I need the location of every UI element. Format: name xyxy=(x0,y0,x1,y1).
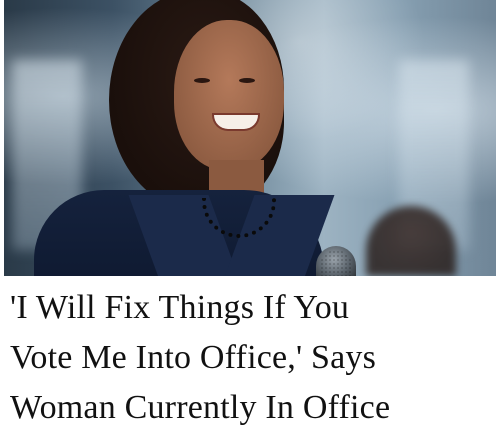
headline: 'I Will Fix Things If You Vote Me Into O… xyxy=(10,283,492,433)
subject xyxy=(34,0,335,276)
subject-face xyxy=(174,20,284,170)
subject-eye-right xyxy=(239,78,255,83)
subject-eye-left xyxy=(194,78,210,83)
headline-line-3: Woman Currently In Office xyxy=(10,389,391,426)
microphone-grille xyxy=(320,250,352,276)
photo xyxy=(4,0,496,276)
headline-line-2: Vote Me Into Office,' Says xyxy=(10,339,377,376)
headline-line-1: 'I Will Fix Things If You xyxy=(10,289,350,326)
meme-card: 'I Will Fix Things If You Vote Me Into O… xyxy=(0,0,500,447)
